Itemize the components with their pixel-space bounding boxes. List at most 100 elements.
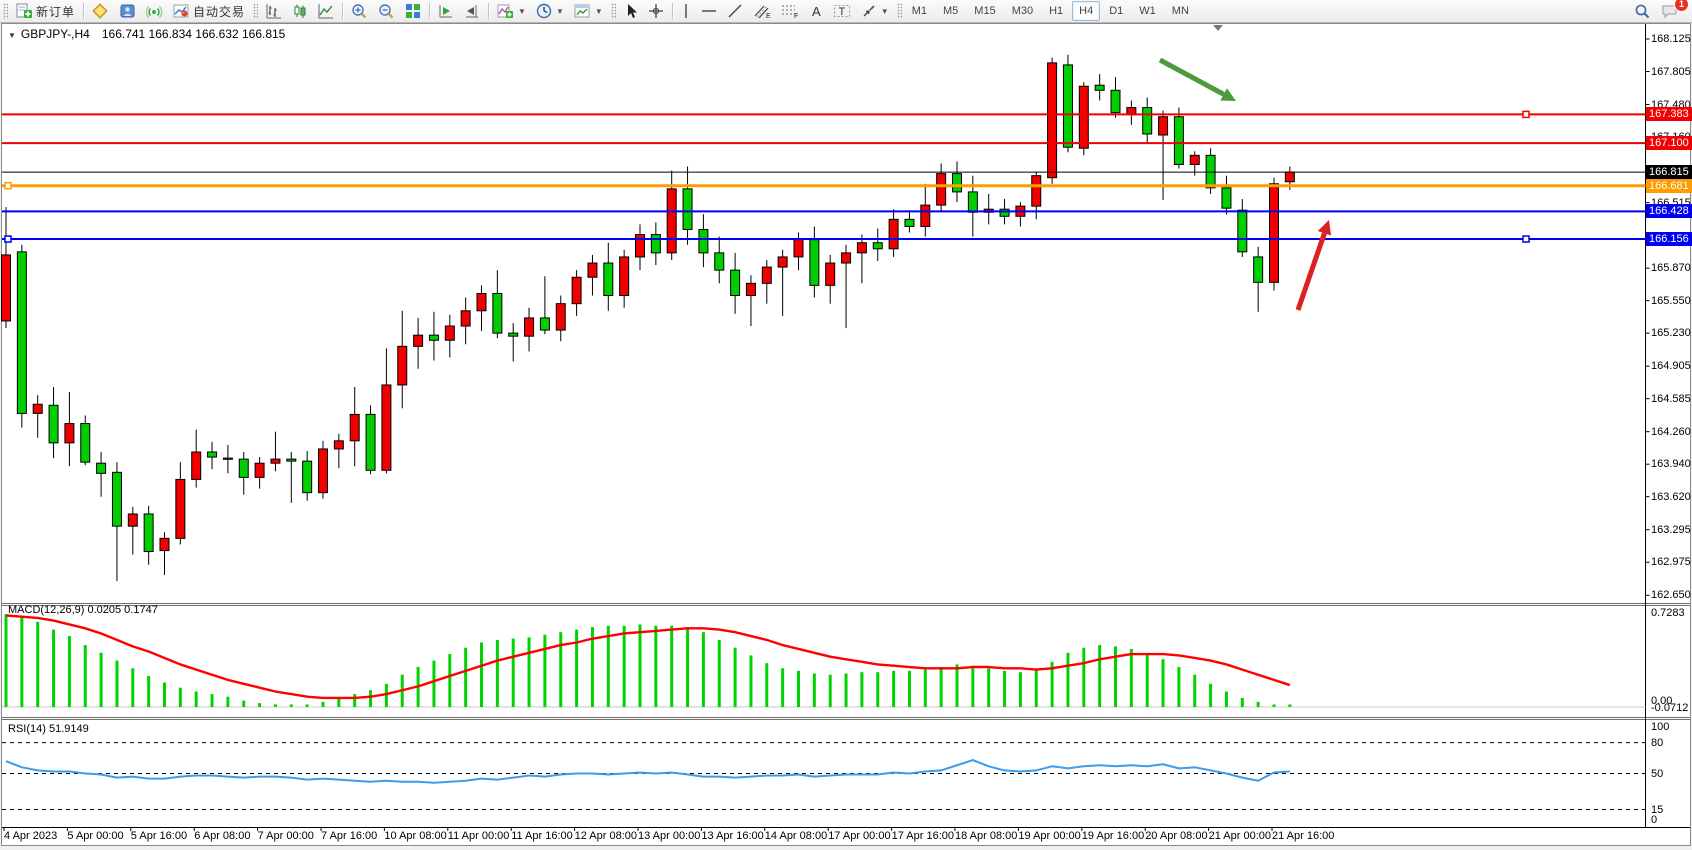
- templates-button[interactable]: ▼: [569, 0, 608, 22]
- timeframe-button-m30[interactable]: M30: [1005, 1, 1040, 21]
- timeframe-button-m1[interactable]: M1: [905, 1, 934, 21]
- toolbar-grip[interactable]: [611, 3, 616, 19]
- zoom-in-button[interactable]: [346, 0, 373, 22]
- macd-axis-label: 0.7283: [1651, 607, 1685, 619]
- cursor-tool-button[interactable]: [619, 0, 643, 22]
- macd-histogram-bar: [131, 668, 134, 707]
- time-axis-label: 10 Apr 08:00: [384, 830, 446, 842]
- zoom-out-icon: [378, 3, 395, 19]
- price-axis-label: 167.805: [1651, 66, 1691, 78]
- macd-histogram-bar: [1146, 654, 1149, 707]
- timeframe-button-d1[interactable]: D1: [1102, 1, 1130, 21]
- timeframe-button-h4[interactable]: H4: [1072, 1, 1100, 21]
- macd-histogram-bar: [52, 630, 55, 707]
- candlestick-button[interactable]: [287, 0, 313, 22]
- macd-axis-label: -0.0712: [1651, 702, 1688, 714]
- macd-histogram-bar: [702, 632, 705, 707]
- channel-tool-button[interactable]: E: [748, 0, 776, 22]
- macd-histogram-bar: [924, 670, 927, 707]
- text-tool-button[interactable]: A: [804, 0, 828, 22]
- candle-body: [509, 333, 518, 336]
- candle-body: [461, 311, 470, 326]
- candle-body: [1111, 90, 1120, 112]
- horizontal-line-tool-button[interactable]: [696, 0, 722, 22]
- autotrading-button[interactable]: 自动交易: [168, 0, 250, 22]
- chevron-down-icon: ▼: [8, 31, 16, 40]
- svg-text:E: E: [766, 13, 771, 19]
- toolbar-separator: [672, 3, 673, 19]
- notifications-button[interactable]: 1: [1656, 0, 1684, 22]
- timeframe-button-m15[interactable]: M15: [967, 1, 1002, 21]
- candle-body: [1222, 188, 1231, 208]
- new-order-label: 新订单: [36, 3, 75, 20]
- time-axis-label: 11 Apr 16:00: [511, 830, 573, 842]
- horizontal-line-icon: [701, 3, 717, 19]
- zoom-out-button[interactable]: [373, 0, 400, 22]
- chart-shift-button[interactable]: [459, 0, 485, 22]
- arrows-tool-button[interactable]: ▼: [856, 0, 894, 22]
- candle-body: [398, 346, 407, 385]
- toolbar-separator: [83, 3, 84, 19]
- fibonacci-tool-button[interactable]: F: [776, 0, 804, 22]
- search-button[interactable]: [1629, 0, 1656, 22]
- timeframe-button-mn[interactable]: MN: [1165, 1, 1196, 21]
- chart-title: ▼GBPJPY-,H4166.741 166.834 166.632 166.8…: [8, 27, 285, 41]
- price-axis-label: 163.620: [1651, 491, 1691, 503]
- macd-histogram-bar: [1162, 659, 1165, 707]
- text-label-tool-button[interactable]: T: [828, 0, 856, 22]
- timeframe-button-m5[interactable]: M5: [936, 1, 965, 21]
- time-axis-label: 12 Apr 08:00: [575, 830, 637, 842]
- time-axis-label: 17 Apr 00:00: [828, 830, 890, 842]
- bar-chart-button[interactable]: [261, 0, 287, 22]
- rsi-axis-label: 50: [1651, 768, 1663, 780]
- macd-histogram-bar: [1130, 649, 1133, 707]
- candle-body: [192, 452, 201, 479]
- toolbar-grip[interactable]: [253, 3, 258, 19]
- macd-histogram-bar: [353, 694, 356, 707]
- timeframe-button-w1[interactable]: W1: [1132, 1, 1163, 21]
- macd-histogram-bar: [670, 626, 673, 707]
- macd-histogram-bar: [686, 627, 689, 707]
- macd-histogram-bar: [908, 671, 911, 707]
- crosshair-tool-button[interactable]: [643, 0, 669, 22]
- macd-histogram-bar: [1177, 667, 1180, 707]
- toolbar-grip[interactable]: [3, 3, 8, 19]
- timeframe-button-h1[interactable]: H1: [1042, 1, 1070, 21]
- new-order-button[interactable]: 新订单: [11, 0, 80, 22]
- candle-body: [1190, 155, 1199, 164]
- auto-scroll-button[interactable]: [433, 0, 459, 22]
- macd-histogram-bar: [5, 614, 8, 707]
- candle-body: [683, 189, 692, 230]
- candlestick-icon: [292, 3, 308, 19]
- indicators-button[interactable]: ▼: [492, 0, 531, 22]
- chart-canvas[interactable]: [0, 0, 1692, 850]
- market-button[interactable]: [114, 0, 141, 22]
- signals-button[interactable]: [141, 0, 168, 22]
- macd-histogram-bar: [543, 635, 546, 707]
- macd-histogram-bar: [607, 626, 610, 707]
- time-axis-label: 7 Apr 16:00: [321, 830, 377, 842]
- rsi-axis-label: 80: [1651, 737, 1663, 749]
- macd-histogram-bar: [147, 676, 150, 707]
- price-axis-label: 162.975: [1651, 556, 1691, 568]
- toolbar-grip[interactable]: [897, 3, 902, 19]
- macd-histogram-bar: [892, 671, 895, 707]
- time-axis-label: 13 Apr 00:00: [638, 830, 700, 842]
- periods-button[interactable]: ▼: [531, 0, 569, 22]
- vertical-line-tool-button[interactable]: [676, 0, 696, 22]
- tile-windows-button[interactable]: [400, 0, 426, 22]
- candle-body: [857, 243, 866, 253]
- macd-histogram-bar: [749, 655, 752, 707]
- candle-body: [223, 458, 232, 459]
- macd-histogram-bar: [432, 661, 435, 707]
- macd-histogram-bar: [36, 622, 39, 707]
- metaeditor-button[interactable]: [87, 0, 114, 22]
- toolbar-separator: [429, 3, 430, 19]
- macd-histogram-bar: [1225, 692, 1228, 707]
- macd-histogram-bar: [195, 692, 198, 707]
- line-chart-button[interactable]: [313, 0, 339, 22]
- trendline-icon: [727, 3, 743, 19]
- trendline-tool-button[interactable]: [722, 0, 748, 22]
- metaeditor-icon: [92, 3, 109, 19]
- macd-histogram-bar: [290, 704, 293, 707]
